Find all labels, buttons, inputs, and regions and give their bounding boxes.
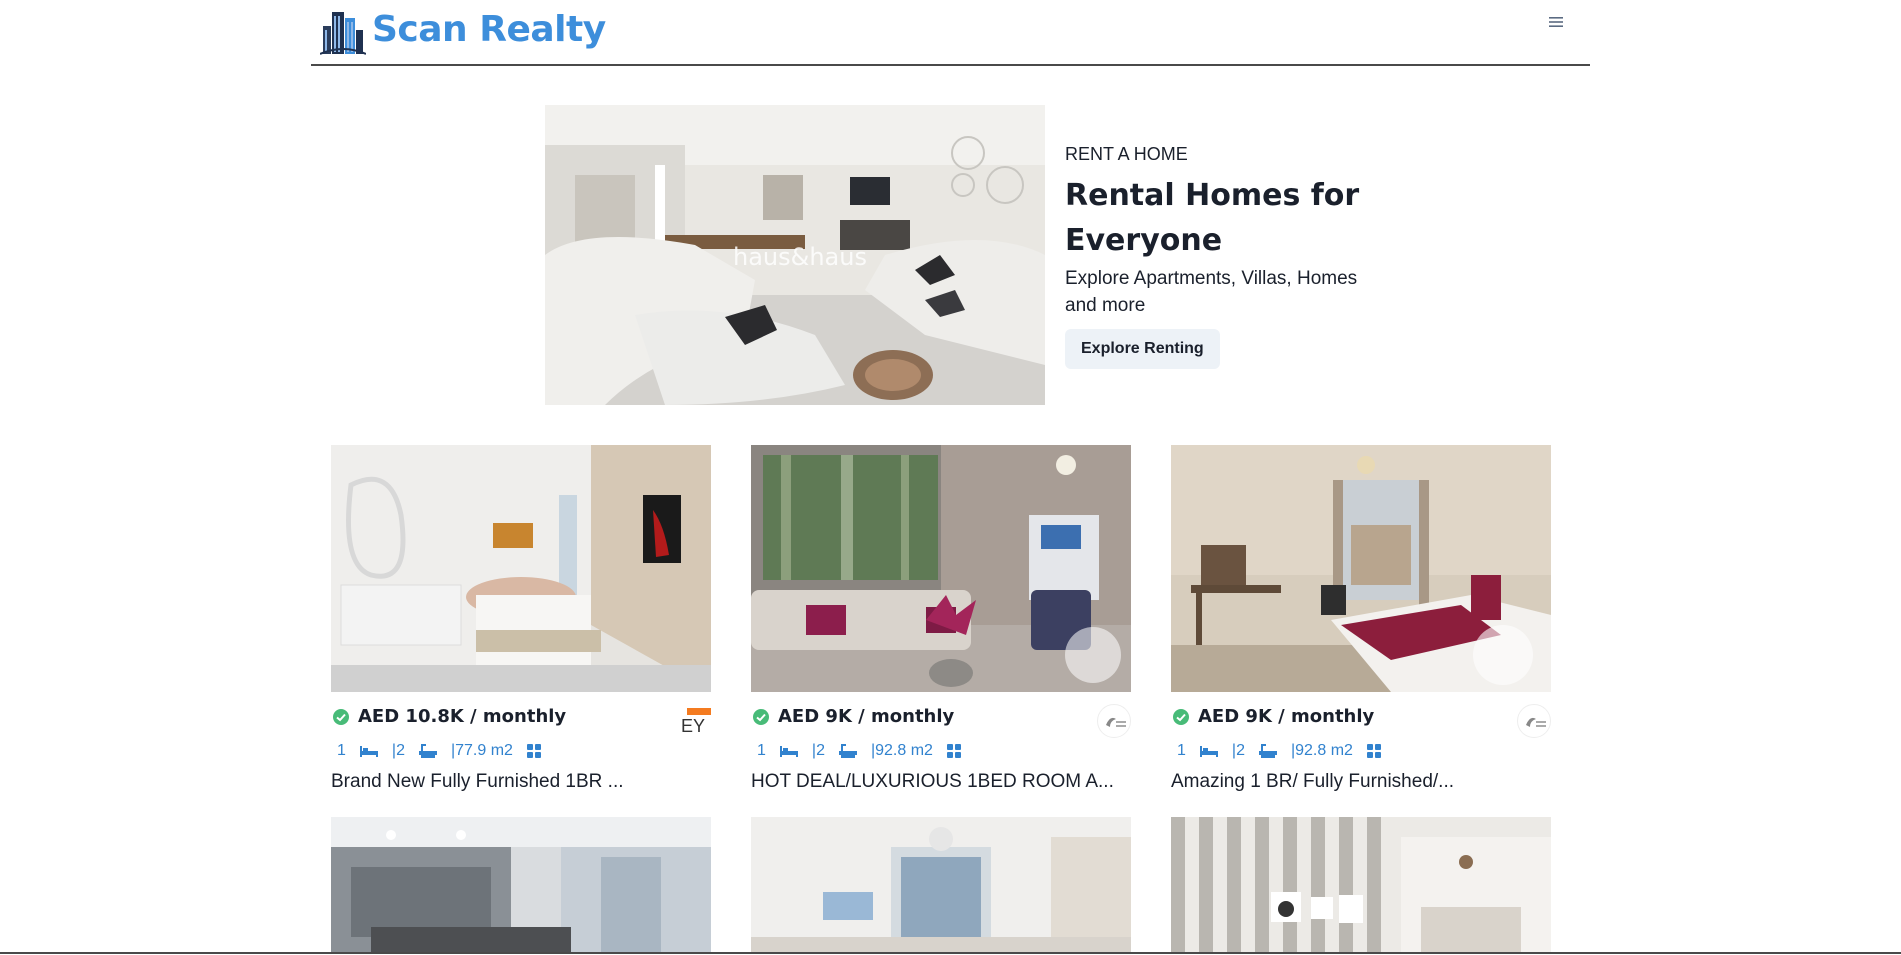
svg-text:EY: EY [681, 716, 705, 736]
listing-image[interactable] [751, 817, 1131, 952]
listing-meta: AED 9K / monthly [1171, 704, 1551, 740]
grid-icon [1366, 744, 1381, 758]
listing-price: AED 9K / monthly [1198, 706, 1375, 727]
bathroom-count: |2 [391, 742, 405, 759]
hero-title-line2: Everyone [1065, 223, 1223, 258]
area-size: |92.8 m2 [1290, 742, 1353, 759]
listing-image[interactable] [331, 445, 711, 692]
explore-renting-button[interactable]: Explore Renting [1065, 329, 1220, 369]
hero-eyebrow: RENT A HOME [1065, 144, 1188, 164]
listing-image[interactable] [1171, 445, 1551, 692]
verified-check-icon [333, 709, 349, 725]
area-size: |92.8 m2 [870, 742, 933, 759]
bath-icon [838, 744, 857, 758]
verified-check-icon [1173, 709, 1189, 725]
page-bottom-divider [0, 952, 1901, 954]
hero-watermark: haus&haus [733, 243, 867, 271]
hero-title-line1: Rental Homes for [1065, 178, 1360, 213]
building-logo-icon [320, 12, 366, 55]
bathroom-count: |2 [1231, 742, 1245, 759]
bedroom-count: 1 [757, 742, 766, 759]
agency-logo [1097, 704, 1131, 738]
listing-specs: 1 |2 |92.8 m2 [1171, 740, 1551, 762]
hamburger-menu-button[interactable] [1544, 10, 1568, 34]
brand-name: Scan Realty [372, 9, 606, 50]
agency-logo [1517, 704, 1551, 738]
listing-image[interactable] [1171, 817, 1551, 952]
listing-price: AED 9K / monthly [778, 706, 955, 727]
area-size: |77.9 m2 [450, 742, 513, 759]
bedroom-count: 1 [337, 742, 346, 759]
hamburger-icon [1549, 16, 1563, 27]
bath-icon [418, 744, 437, 758]
listing-image[interactable] [331, 817, 711, 952]
bathroom-count: |2 [811, 742, 825, 759]
grid-icon [526, 744, 541, 758]
hero-title: Rental Homes for Everyone [1065, 173, 1365, 263]
hero-image: haus&haus [545, 105, 1045, 405]
bed-icon [779, 746, 798, 757]
listing-card[interactable] [751, 817, 1131, 952]
listing-title[interactable]: Brand New Fully Furnished 1BR ... [331, 770, 711, 794]
listing-card[interactable] [331, 817, 711, 952]
bed-icon [359, 746, 378, 757]
listing-card[interactable]: AED 9K / monthly 1 |2 |92.8 m2 Amazing 1… [1171, 445, 1551, 794]
listing-card[interactable] [1171, 817, 1551, 952]
verified-check-icon [753, 709, 769, 725]
listing-price: AED 10.8K / monthly [358, 706, 567, 727]
hero-description-line2: and more [1065, 295, 1146, 316]
listing-meta: AED 9K / monthly [751, 704, 1131, 740]
agency-logo: EY [679, 704, 711, 736]
hero-description: Explore Apartments, Villas, Homes and mo… [1065, 265, 1365, 319]
bed-icon [1199, 746, 1218, 757]
hero-content: RENT A HOME Rental Homes for Everyone Ex… [1065, 143, 1365, 369]
listing-specs: 1 |2 |77.9 m2 [331, 740, 711, 762]
listing-specs: 1 |2 |92.8 m2 [751, 740, 1131, 762]
grid-icon [946, 744, 961, 758]
bath-icon [1258, 744, 1277, 758]
listing-card[interactable]: AED 9K / monthly 1 |2 |92.8 m2 HOT DEAL/… [751, 445, 1131, 794]
listing-card[interactable]: AED 10.8K / monthly EY 1 |2 |77.9 m2 Bra… [331, 445, 711, 794]
site-header: Scan Realty [311, 0, 1590, 66]
hero-description-line1: Explore Apartments, Villas, Homes [1065, 268, 1358, 289]
listing-meta: AED 10.8K / monthly EY [331, 704, 711, 740]
listing-image[interactable] [751, 445, 1131, 692]
bedroom-count: 1 [1177, 742, 1186, 759]
listing-title[interactable]: HOT DEAL/LUXURIOUS 1BED ROOM A... [751, 770, 1131, 794]
listing-title[interactable]: Amazing 1 BR/ Fully Furnished/... [1171, 770, 1551, 794]
brand-logo[interactable]: Scan Realty [320, 4, 606, 56]
